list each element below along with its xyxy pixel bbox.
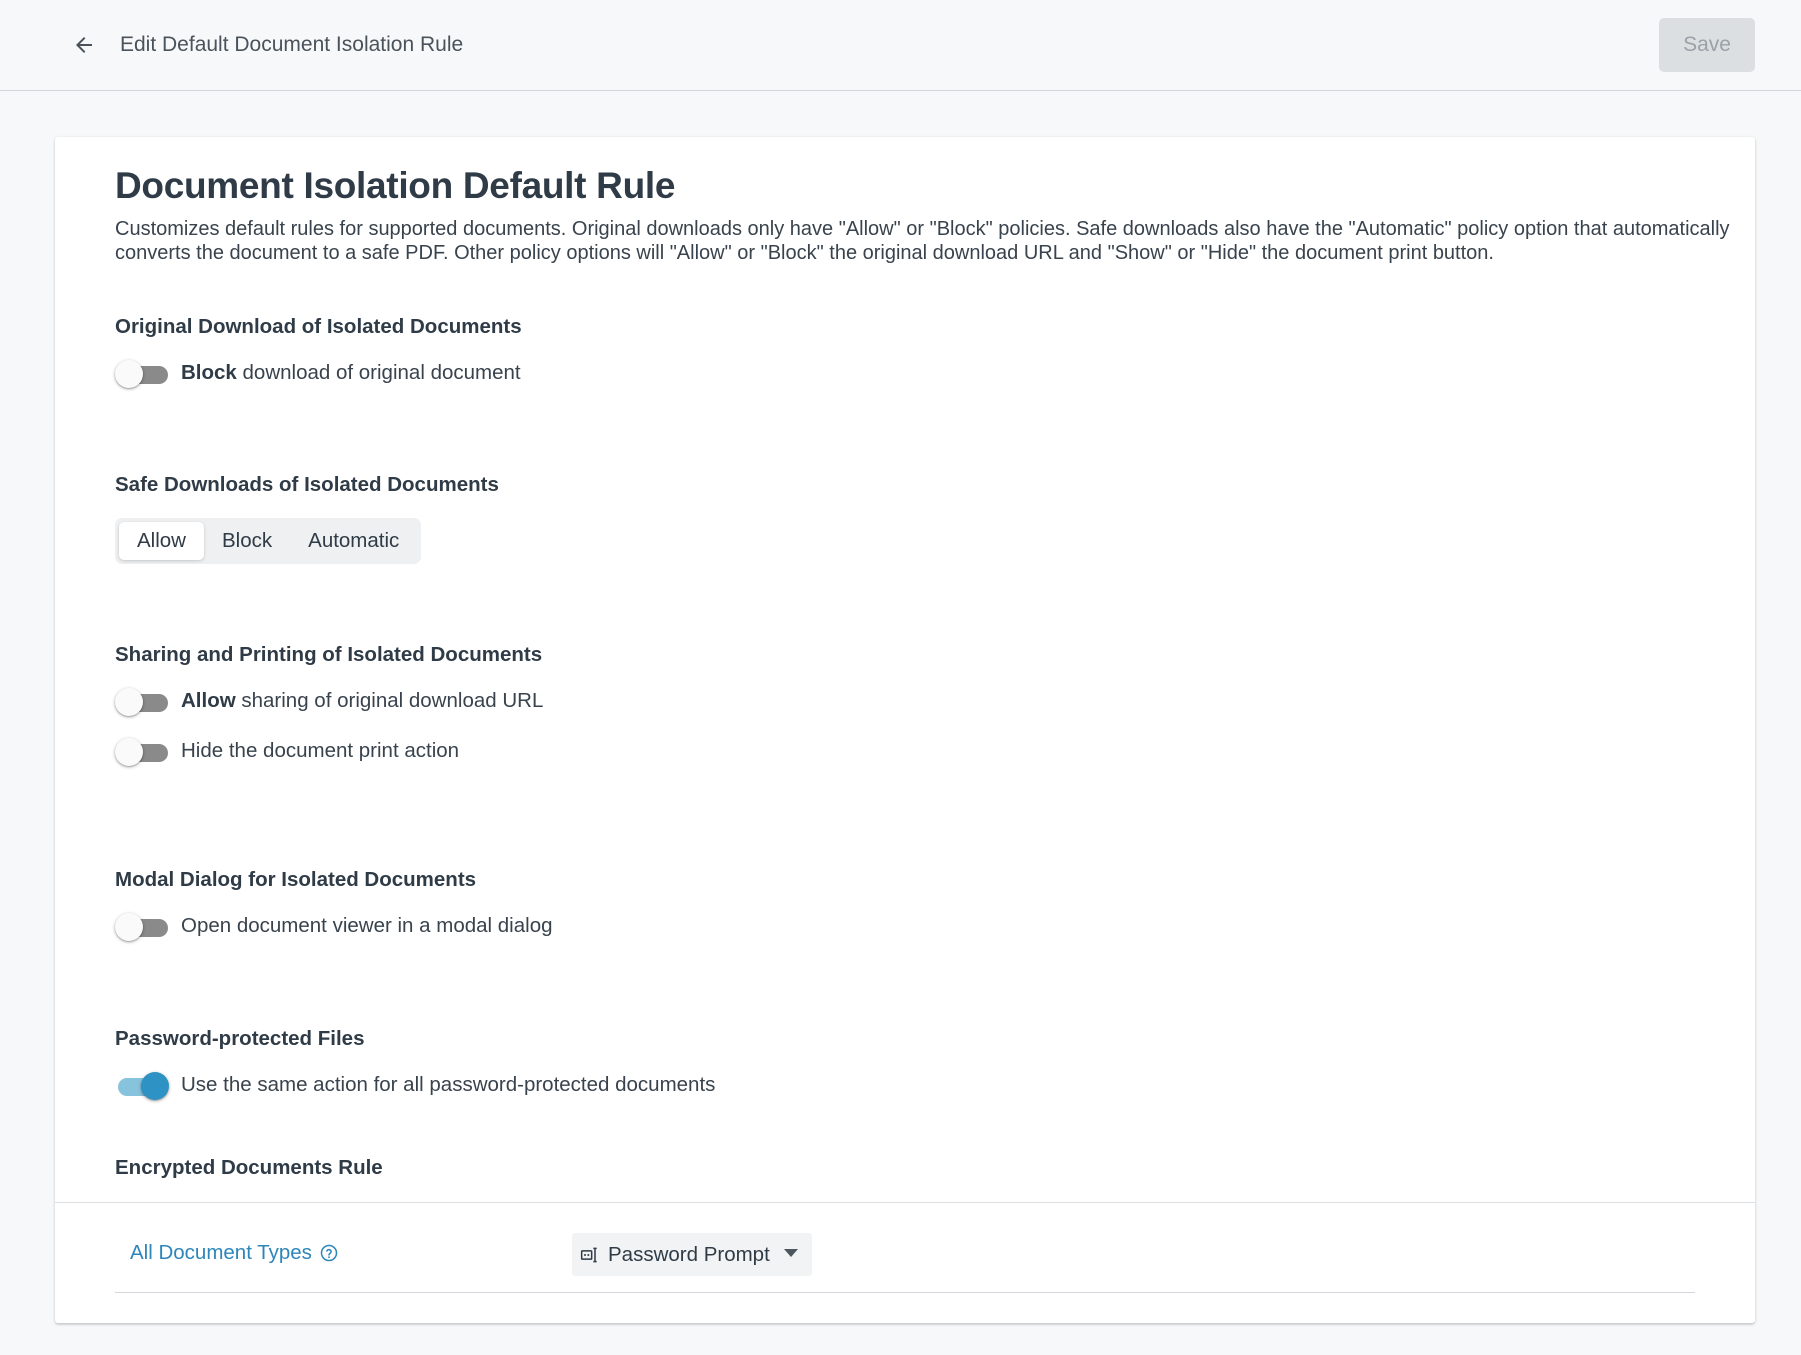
- section-title-sharing-printing: Sharing and Printing of Isolated Documen…: [115, 643, 543, 666]
- password-files-toggle-row: Use the same action for all password-pro…: [115, 1070, 715, 1100]
- page-title: Document Isolation Default Rule: [115, 165, 676, 206]
- divider: [55, 1202, 1755, 1203]
- back-button[interactable]: [66, 27, 102, 63]
- section-title-modal-dialog: Modal Dialog for Isolated Documents: [115, 868, 477, 891]
- top-bar: Edit Default Document Isolation Rule Sav…: [0, 0, 1801, 91]
- modal-dialog-label: Open document viewer in a modal dialog: [181, 914, 553, 937]
- all-document-types-link[interactable]: All Document Types: [130, 1241, 338, 1265]
- same-action-password-label: Use the same action for all password-pro…: [181, 1073, 716, 1096]
- section-title-encrypted-rule: Encrypted Documents Rule: [115, 1156, 383, 1179]
- allow-share-url-label: Allow sharing of original download URL: [181, 689, 544, 712]
- safe-download-option-automatic[interactable]: Automatic: [290, 522, 417, 560]
- help-circle-icon[interactable]: [320, 1244, 338, 1262]
- save-button[interactable]: Save: [1659, 18, 1755, 72]
- modal-dialog-switch[interactable]: [115, 911, 169, 941]
- same-action-password-switch[interactable]: [115, 1070, 169, 1100]
- topbar-title: Edit Default Document Isolation Rule: [120, 33, 464, 56]
- caret-down-icon: [784, 1249, 798, 1257]
- password-input-icon: [580, 1245, 600, 1265]
- encrypted-action-value: Password Prompt: [608, 1242, 770, 1266]
- block-original-download-label: Block download of original document: [181, 361, 521, 384]
- page-description: Customizes default rules for supported d…: [115, 218, 1730, 264]
- section-title-safe-downloads: Safe Downloads of Isolated Documents: [115, 473, 499, 496]
- section-title-password-files: Password-protected Files: [115, 1027, 365, 1050]
- share-url-toggle-row: Allow sharing of original download URL: [115, 686, 543, 716]
- modal-dialog-toggle-row: Open document viewer in a modal dialog: [115, 911, 553, 941]
- block-original-download-switch[interactable]: [115, 358, 169, 388]
- arrow-left-icon: [76, 37, 92, 53]
- hide-print-label: Hide the document print action: [181, 739, 460, 762]
- safe-downloads-segmented-control: Allow Block Automatic: [115, 518, 422, 564]
- safe-download-option-block[interactable]: Block: [204, 522, 290, 560]
- allow-share-url-switch[interactable]: [115, 686, 169, 716]
- section-title-original-download: Original Download of Isolated Documents: [115, 315, 522, 338]
- safe-download-option-allow[interactable]: Allow: [119, 522, 204, 560]
- original-download-toggle-row: Block download of original document: [115, 358, 521, 388]
- hide-print-switch[interactable]: [115, 736, 169, 766]
- hide-print-toggle-row: Hide the document print action: [115, 736, 459, 766]
- encrypted-action-dropdown[interactable]: Password Prompt: [572, 1233, 812, 1276]
- rule-card: Document Isolation Default Rule Customiz…: [55, 137, 1755, 1323]
- row-divider: [115, 1292, 1695, 1293]
